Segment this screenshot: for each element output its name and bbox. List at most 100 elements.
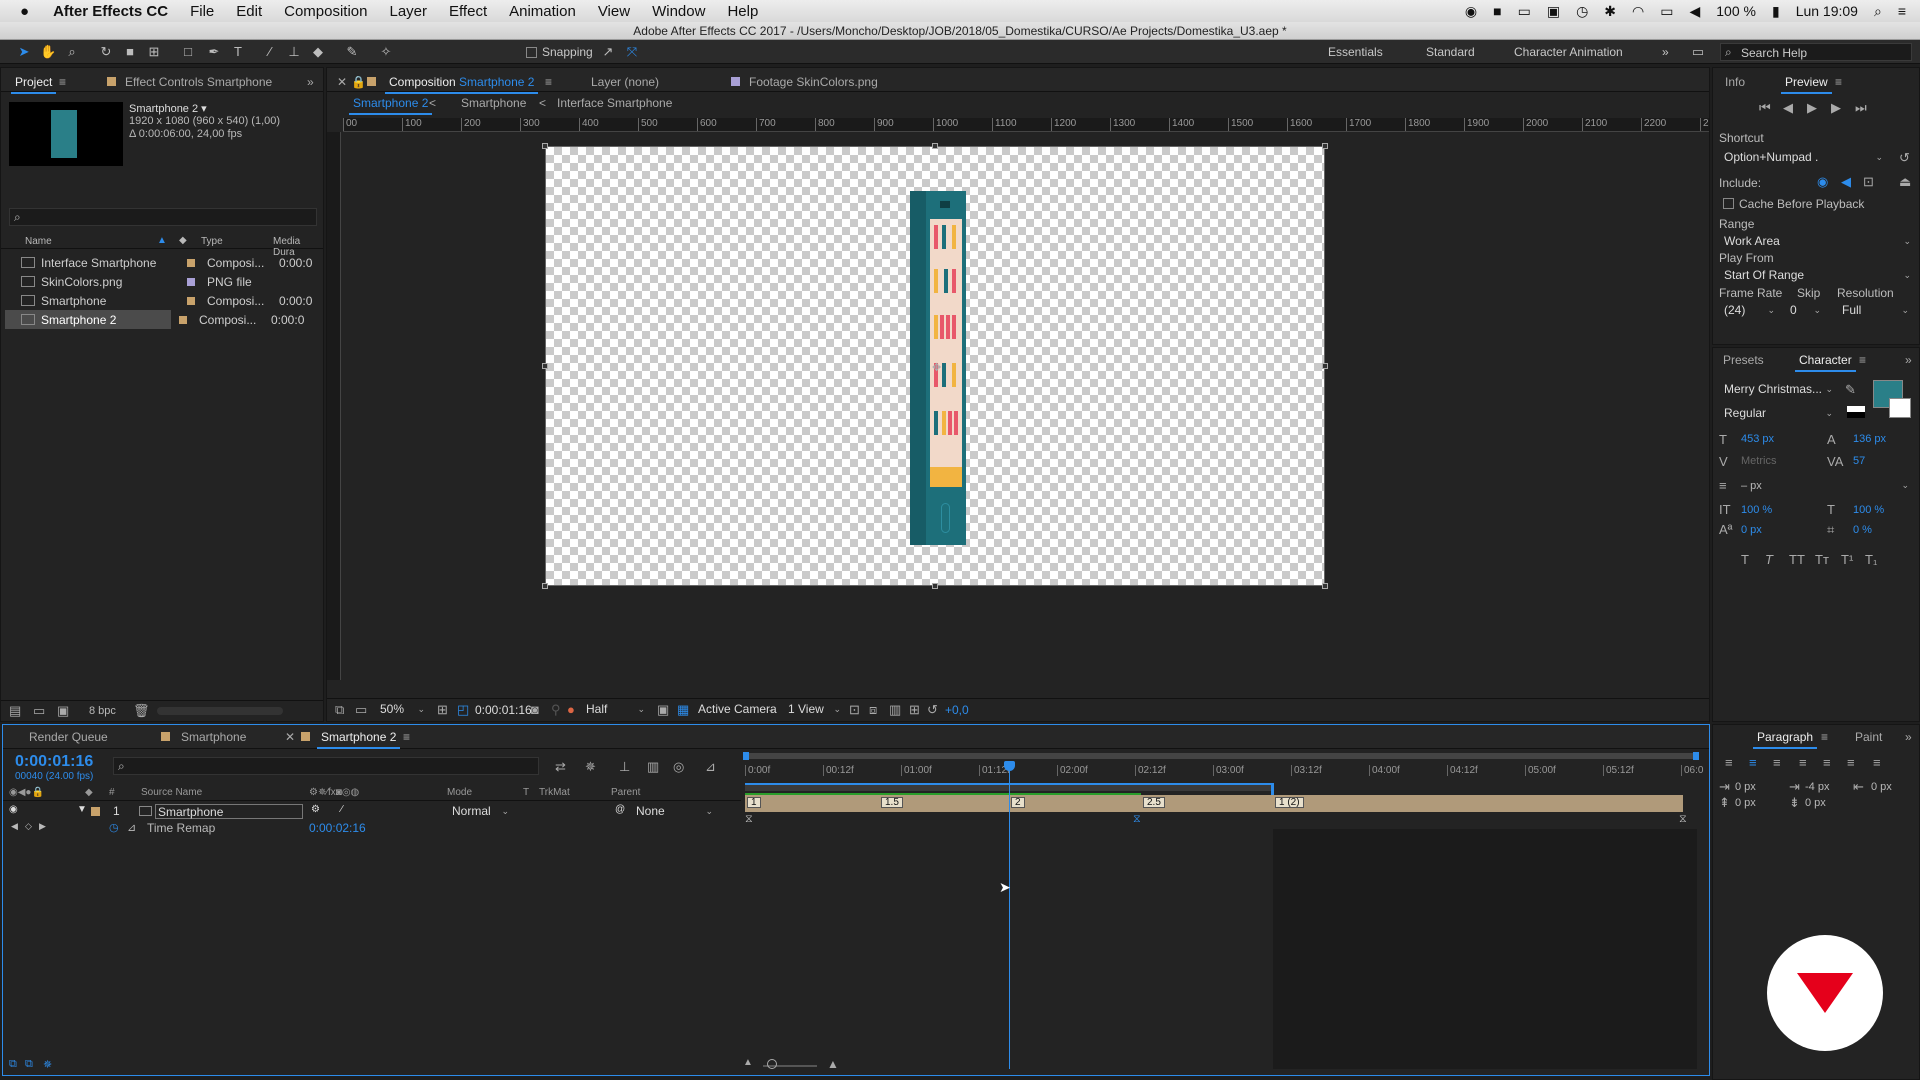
frame-rate-select[interactable]: (24) ⌄ <box>1719 301 1779 321</box>
tab-project[interactable]: Project <box>10 75 57 94</box>
menu-app-name[interactable]: After Effects CC <box>53 3 168 20</box>
region-of-interest-icon[interactable]: ▣ <box>657 702 669 718</box>
play-icon[interactable]: ▶ <box>1807 100 1817 116</box>
comp-canvas[interactable]: ✥ <box>542 143 1328 589</box>
layer-name[interactable]: Smartphone <box>155 804 303 819</box>
keyframe-selected-icon[interactable]: ⧖ <box>1133 813 1141 826</box>
faux-italic-icon[interactable]: T <box>1765 552 1773 567</box>
fast-previews-icon[interactable]: ⧈ <box>869 702 877 718</box>
menu-edit[interactable]: Edit <box>236 3 262 20</box>
close-timeline-tab-icon[interactable]: ✕ <box>285 730 295 744</box>
thumbnail-scroll-slider[interactable] <box>157 707 283 715</box>
first-frame-icon[interactable]: ⏮ <box>1759 100 1771 116</box>
bounding-handle[interactable] <box>542 583 548 589</box>
battery-text[interactable]: 100 % <box>1716 3 1756 19</box>
tsume-value[interactable]: 0 % <box>1853 524 1872 536</box>
bluetooth-icon[interactable]: ✱ <box>1604 3 1616 20</box>
panel-overflow-icon[interactable]: » <box>1905 353 1912 367</box>
timeline-current-time[interactable]: 0:00:01:16 <box>15 753 93 771</box>
menu-effect[interactable]: Effect <box>449 3 487 20</box>
black-swatch-icon[interactable] <box>1847 406 1865 418</box>
panel-overflow-icon[interactable]: » <box>1905 730 1912 744</box>
camera-tool-icon[interactable]: ■ <box>122 44 138 60</box>
kerning-value[interactable]: Metrics <box>1741 455 1776 467</box>
workspace-essentials[interactable]: Essentials <box>1328 45 1383 59</box>
time-remap-row[interactable]: ◀ ◇ ▶ ◷ ⊿ Time Remap 0:00:02:16 <box>3 820 741 836</box>
snap-mode-icon[interactable]: ⤧ <box>624 44 640 60</box>
new-composition-icon[interactable]: ▣ <box>57 703 69 719</box>
include-overlays-icon[interactable]: ⊡ <box>1863 174 1874 190</box>
workspace-standard[interactable]: Standard <box>1426 45 1475 59</box>
zoom-slider-knob[interactable] <box>767 1059 777 1069</box>
transparency-grid-icon[interactable]: ▦ <box>677 702 689 718</box>
next-keyframe-icon[interactable]: ▶ <box>39 821 46 832</box>
leading-value[interactable]: 136 px <box>1853 433 1886 445</box>
font-style-select[interactable]: Regular ⌄ <box>1719 404 1837 424</box>
bounding-handle[interactable] <box>1322 583 1328 589</box>
stroke-width-value[interactable]: – px <box>1741 480 1762 492</box>
snap-options-icon[interactable]: ↗ <box>600 44 616 60</box>
character-menu-icon[interactable]: ≡ <box>1859 353 1866 367</box>
menu-layer[interactable]: Layer <box>390 3 428 20</box>
superscript-icon[interactable]: T¹ <box>1841 552 1853 567</box>
preview-monitor-icon[interactable]: ▭ <box>355 702 367 718</box>
graph-editor-icon[interactable]: ⊿ <box>705 759 716 775</box>
include-video-icon[interactable]: ◉ <box>1817 174 1828 190</box>
apple-icon[interactable]: ● <box>20 3 29 20</box>
anchor-point-icon[interactable]: ✥ <box>932 361 941 374</box>
lock-icon[interactable]: 🔒 <box>351 75 366 89</box>
interpret-footage-icon[interactable]: ▤ <box>9 703 21 719</box>
prev-keyframe-icon[interactable]: ◀ <box>11 821 18 832</box>
tab-preview[interactable]: Preview <box>1781 75 1832 94</box>
tab-effect-controls[interactable]: Effect Controls Smartphone <box>125 75 272 89</box>
clock[interactable]: Lun 19:09 <box>1796 3 1858 19</box>
align-center-icon[interactable]: ≡ <box>1749 755 1757 770</box>
hand-tool-icon[interactable]: ✋ <box>40 44 56 60</box>
trkmat-column[interactable]: TrkMat <box>539 787 570 798</box>
more-workspaces-icon[interactable]: » <box>1662 45 1669 59</box>
keyframe-icon[interactable]: ⧖ <box>745 813 753 826</box>
indent-left-value[interactable]: 0 px <box>1735 781 1756 793</box>
time-remap-value[interactable]: 0:00:02:16 <box>309 821 366 835</box>
bpc-toggle[interactable]: 8 bpc <box>89 705 116 717</box>
timeline-search-field[interactable]: ⌕ <box>113 757 539 775</box>
justify-all-icon[interactable]: ≡ <box>1873 755 1881 770</box>
spotlight-icon[interactable]: ⌕ <box>1874 3 1882 20</box>
frame-blending-icon[interactable]: ▥ <box>647 759 659 775</box>
work-area-start-handle[interactable] <box>743 752 749 760</box>
magnification-select[interactable]: 50% ⌄ <box>375 700 429 720</box>
collapse-switch-icon[interactable]: ⚙ <box>311 804 320 815</box>
close-comp-tab-icon[interactable]: ✕ <box>337 75 347 89</box>
keyframe-icon[interactable]: ⧖ <box>1679 813 1687 826</box>
project-search-field[interactable]: ⌕ <box>9 208 317 226</box>
video-visibility-icon[interactable]: ◉ <box>9 804 18 815</box>
flowchart-icon[interactable]: ⊞ <box>909 702 920 718</box>
draft-3d-icon[interactable]: ✵ <box>585 759 596 775</box>
parent-column[interactable]: Parent <box>611 787 640 798</box>
airplay-icon[interactable]: ▭ <box>1660 3 1673 20</box>
time-marker-1[interactable]: 1 <box>747 797 761 808</box>
timeline-icon[interactable]: ▥ <box>889 702 901 718</box>
resolution-select[interactable]: Half ⌄ <box>581 700 649 720</box>
bounding-handle[interactable] <box>1322 363 1328 369</box>
always-preview-icon[interactable]: ⧉ <box>335 702 344 718</box>
chat-icon[interactable]: ▣ <box>1547 3 1560 20</box>
breadcrumb-smartphone-2[interactable]: Smartphone 2 <box>348 96 433 115</box>
time-marker-1-2[interactable]: 1 (2) <box>1275 797 1304 808</box>
resolution-preview-select[interactable]: Full ⌄ <box>1837 301 1913 321</box>
indent-right-value[interactable]: 0 px <box>1871 781 1892 793</box>
type-tool-icon[interactable]: T <box>230 44 246 60</box>
breadcrumb-smartphone[interactable]: Smartphone <box>461 96 526 110</box>
exposure-value[interactable]: +0,0 <box>945 703 969 717</box>
view-layout-select[interactable]: 1 View ⌄ <box>783 700 845 720</box>
volume-icon[interactable]: ◀ <box>1689 3 1700 20</box>
workspace-character-animation[interactable]: Character Animation <box>1514 45 1623 59</box>
time-machine-icon[interactable]: ◷ <box>1576 3 1588 20</box>
layer-label-square[interactable] <box>91 807 100 816</box>
show-snapshot-icon[interactable]: ⚲ <box>551 702 561 718</box>
bounding-handle[interactable] <box>542 143 548 149</box>
baseline-shift-value[interactable]: 0 px <box>1741 524 1762 536</box>
menu-file[interactable]: File <box>190 3 214 20</box>
label-column-icon[interactable]: ◆ <box>179 235 187 246</box>
add-keyframe-icon[interactable]: ◇ <box>25 821 32 832</box>
